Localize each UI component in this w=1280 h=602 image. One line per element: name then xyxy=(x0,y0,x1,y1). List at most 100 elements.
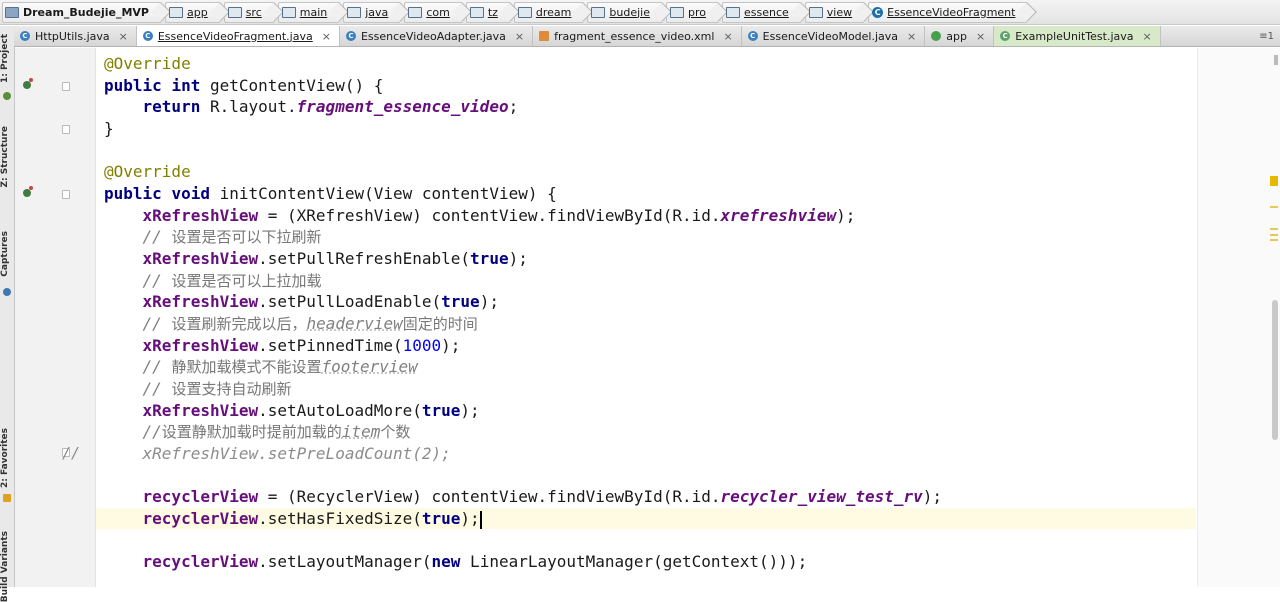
folder-icon xyxy=(227,6,242,18)
breadcrumb-item[interactable]: main xyxy=(277,1,340,23)
tab-label: ExampleUnitTest.java xyxy=(1015,29,1134,43)
package-icon xyxy=(670,6,684,18)
tab-label: EssenceVideoFragment.java xyxy=(157,29,313,43)
close-tab-icon[interactable]: × xyxy=(976,30,985,43)
breadcrumb-item[interactable]: pro xyxy=(666,1,718,23)
breadcrumb-label: EssenceVideoFragment xyxy=(887,5,1016,19)
breadcrumb-item[interactable]: view xyxy=(804,1,865,23)
code-line: @Override xyxy=(104,162,191,181)
folder-icon xyxy=(281,6,296,18)
package-icon xyxy=(808,6,823,18)
breadcrumb-item[interactable]: C EssenceVideoFragment xyxy=(868,1,1028,23)
editor-tab[interactable]: C EssenceVideoModel.java × xyxy=(742,26,926,46)
tab-overflow-button[interactable]: ≡1 xyxy=(1253,26,1280,46)
vertical-scrollbar[interactable] xyxy=(1272,300,1278,440)
code-editor[interactable]: @Override public int getContentView() { … xyxy=(96,48,1196,587)
tab-label: app xyxy=(946,29,967,43)
code-comment: //设置静默加载时提前加载的item个数 xyxy=(142,422,411,441)
warning-marker[interactable] xyxy=(1270,228,1278,230)
override-gutter-icon[interactable] xyxy=(23,186,33,197)
code-line: xRefreshView.setAutoLoadMore(true); xyxy=(142,401,480,420)
code-line: xRefreshView.setPinnedTime(1000); xyxy=(142,336,461,355)
code-line: xRefreshView.setPullRefreshEnable(true); xyxy=(142,249,528,268)
breadcrumb-label: main xyxy=(299,5,328,19)
breadcrumb-label: Dream_Budejie_MVP xyxy=(23,5,149,19)
warning-marker[interactable] xyxy=(1270,234,1278,236)
build-variants-tool-tab[interactable]: Build Variants xyxy=(0,531,14,602)
android-module-icon xyxy=(931,31,942,41)
breadcrumb-label: app xyxy=(186,5,208,19)
breadcrumb-label: dream xyxy=(535,5,572,19)
breadcrumb-item[interactable]: app xyxy=(164,1,220,23)
close-tab-icon[interactable]: × xyxy=(119,30,128,43)
warning-marker[interactable] xyxy=(1270,176,1278,186)
folder-icon xyxy=(347,6,362,18)
warning-marker[interactable] xyxy=(1270,206,1278,208)
breadcrumb-item[interactable]: java xyxy=(343,1,401,23)
breadcrumb-label: essence xyxy=(744,5,789,19)
code-line: } xyxy=(104,119,114,138)
tab-overflow-label: ≡1 xyxy=(1259,30,1274,42)
package-icon xyxy=(726,6,740,18)
breadcrumb-item[interactable]: Dream_Budejie_MVP xyxy=(2,1,161,23)
project-icon xyxy=(3,92,11,100)
breadcrumb-label: tz xyxy=(487,5,498,19)
code-comment: // 设置是否可以上拉加载 xyxy=(142,271,322,290)
code-line: public void initContentView(View content… xyxy=(104,184,557,203)
close-tab-icon[interactable]: × xyxy=(907,30,916,43)
star-icon xyxy=(3,494,11,502)
editor-tab[interactable]: C EssenceVideoAdapter.java × xyxy=(340,26,534,46)
fold-marker-icon[interactable] xyxy=(62,190,70,199)
code-comment: // 静默加载模式不能设置footerview xyxy=(142,357,418,376)
fold-marker-icon[interactable] xyxy=(62,82,70,91)
editor-tab[interactable]: C EssenceVideoFragment.java × xyxy=(136,26,340,46)
left-tool-strip: 1: Project Z: Structure Captures 2: Favo… xyxy=(0,26,15,602)
error-stripe xyxy=(1197,48,1280,587)
package-icon xyxy=(469,6,484,18)
captures-tool-tab[interactable]: Captures xyxy=(0,231,14,277)
project-folder-icon xyxy=(5,6,19,18)
code-line: recyclerView = (RecyclerView) contentVie… xyxy=(142,487,943,506)
breadcrumb-label: budejie xyxy=(609,5,650,19)
line-comment-prefix: // xyxy=(62,444,81,462)
code-line: recyclerView.setLayoutManager(new Linear… xyxy=(142,552,808,571)
override-gutter-icon[interactable] xyxy=(23,78,33,89)
breadcrumb-item[interactable]: com xyxy=(404,1,462,23)
close-tab-icon[interactable]: × xyxy=(1143,30,1152,43)
editor-tab[interactable]: C ExampleUnitTest.java × xyxy=(994,26,1161,46)
package-icon xyxy=(517,6,532,18)
test-class-icon: C xyxy=(1000,31,1011,41)
close-tab-icon[interactable]: × xyxy=(723,30,732,43)
close-tab-icon[interactable]: × xyxy=(322,30,331,43)
breadcrumb-label: com xyxy=(426,5,450,19)
favorites-tool-tab[interactable]: 2: Favorites xyxy=(0,428,14,488)
class-icon: C xyxy=(142,31,153,41)
breadcrumb: Dream_Budejie_MVP app src main java com tz drea… xyxy=(0,0,1280,25)
warning-marker[interactable] xyxy=(1270,239,1278,241)
breadcrumb-label: java xyxy=(365,5,389,19)
code-line: public int getContentView() { xyxy=(104,76,384,95)
code-line: @Override xyxy=(104,54,191,73)
folder-icon xyxy=(168,6,183,18)
breadcrumb-item[interactable]: budejie xyxy=(587,1,662,23)
project-tool-tab[interactable]: 1: Project xyxy=(0,34,14,83)
editor-tab[interactable]: fragment_essence_video.xml × xyxy=(533,26,742,46)
package-icon xyxy=(591,6,606,18)
breadcrumb-label: pro xyxy=(688,5,706,19)
tab-label: EssenceVideoAdapter.java xyxy=(360,29,506,43)
breadcrumb-item[interactable]: src xyxy=(223,1,274,23)
breadcrumb-label: src xyxy=(245,5,262,19)
class-icon: C xyxy=(20,31,30,41)
close-tab-icon[interactable]: × xyxy=(515,30,524,43)
structure-tool-tab[interactable]: Z: Structure xyxy=(0,126,14,187)
inspection-status-icon xyxy=(1274,55,1278,65)
editor-gutter: // xyxy=(15,48,96,587)
editor-tab[interactable]: C HttpUtils.java × xyxy=(14,26,137,46)
xml-file-icon xyxy=(539,31,550,41)
breadcrumb-item[interactable]: tz xyxy=(465,1,510,23)
code-line-commented: xRefreshView.setPreLoadCount(2); xyxy=(142,444,451,463)
breadcrumb-item[interactable]: dream xyxy=(513,1,584,23)
editor-tab[interactable]: app × xyxy=(925,26,995,46)
fold-marker-icon[interactable] xyxy=(62,125,70,134)
breadcrumb-item[interactable]: essence xyxy=(722,1,801,23)
